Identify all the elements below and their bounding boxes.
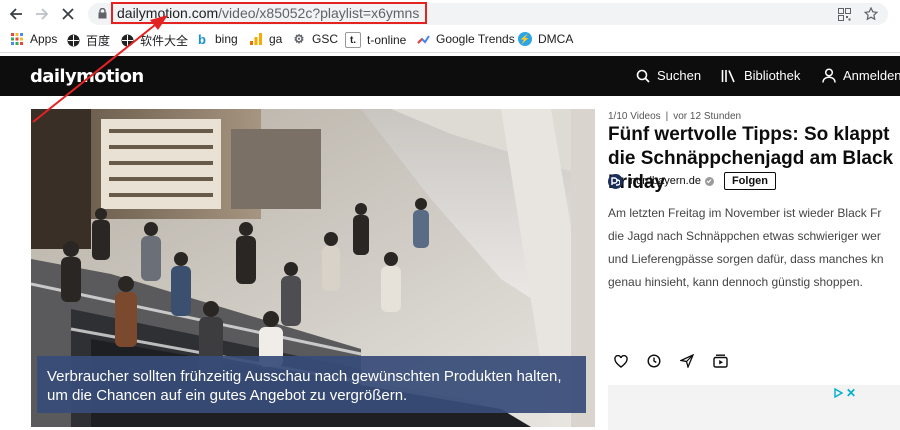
- bookmark-ga[interactable]: ga: [249, 32, 282, 46]
- apps-grid-icon: [10, 32, 24, 46]
- analytics-icon: [249, 32, 263, 46]
- address-bar[interactable]: dailymotion.com/video/x85052c?playlist=x…: [88, 2, 888, 25]
- arrow-right-icon: [36, 8, 49, 20]
- search-button[interactable]: Suchen: [636, 68, 701, 83]
- search-label: Suchen: [657, 68, 702, 83]
- like-button[interactable]: [612, 352, 630, 370]
- qr-code-button[interactable]: [836, 6, 852, 22]
- channel-avatar[interactable]: [608, 173, 623, 189]
- t-online-icon: t.: [345, 32, 361, 48]
- site-header: dailymotion Suchen Bibliothek Anmelden: [0, 56, 900, 96]
- bookmark-label: t-online: [367, 33, 407, 47]
- stop-loading-button[interactable]: [57, 4, 79, 24]
- video-caption: Verbraucher sollten frühzeitig Ausschau …: [37, 356, 586, 413]
- browser-toolbar: dailymotion.com/video/x85052c?playlist=x…: [0, 0, 900, 28]
- bookmark-star-button[interactable]: [863, 6, 879, 22]
- clock-icon: [647, 354, 661, 368]
- close-icon: [62, 8, 74, 20]
- bing-icon: b: [198, 31, 206, 47]
- bookmark-software[interactable]: 软件大全: [120, 32, 188, 49]
- watch-later-button[interactable]: [645, 352, 663, 370]
- channel-logo-icon: [611, 176, 620, 186]
- bookmark-label: Google Trends: [436, 32, 515, 46]
- bookmark-label: 软件大全: [140, 34, 189, 48]
- video-meta: 1/10 Videos | vor 12 Stunden: [608, 111, 741, 122]
- description-line: Am letzten Freitag im November ist wiede…: [608, 206, 882, 220]
- channel-row: nordbayern.de Folgen: [608, 172, 777, 190]
- library-icon: [721, 69, 735, 82]
- bookmark-label: bing: [215, 32, 238, 46]
- forward-button[interactable]: [31, 4, 53, 24]
- bookmark-apps[interactable]: Apps: [10, 32, 57, 46]
- qr-code-icon: [837, 7, 851, 21]
- bookmark-label: GSC: [312, 32, 339, 46]
- advertisement[interactable]: ✕: [608, 385, 900, 430]
- video-description: Am letzten Freitag im November ist wiede…: [608, 202, 900, 294]
- bookmark-bing[interactable]: b bing: [195, 31, 238, 47]
- back-button[interactable]: [5, 4, 27, 24]
- verified-icon: [704, 176, 714, 186]
- add-to-playlist-button[interactable]: [711, 352, 729, 370]
- search-icon: [636, 69, 650, 83]
- bookmark-label: DMCA: [538, 32, 574, 46]
- bookmarks-bar: Apps 百度 软件大全 b bing ga ⚙ GSC t. t-online Go…: [0, 28, 900, 53]
- dmca-icon: ⚡: [518, 32, 532, 46]
- heart-icon: [614, 354, 628, 368]
- ad-choices-icon: [834, 388, 843, 398]
- meta-separator: |: [665, 111, 669, 122]
- star-icon: [864, 7, 878, 21]
- library-button[interactable]: Bibliothek: [721, 68, 800, 83]
- user-icon: [822, 68, 836, 83]
- playlist-position: 1/10 Videos: [608, 111, 661, 122]
- url-host: dailymotion.com: [117, 5, 219, 21]
- bookmark-google-trends[interactable]: Google Trends: [416, 32, 515, 46]
- description-line: die Jagd nach Schnäppchen etwas schwieri…: [608, 229, 881, 243]
- arrow-left-icon: [9, 8, 22, 20]
- video-player[interactable]: Verbraucher sollten frühzeitig Ausschau …: [31, 109, 595, 427]
- url-path: /video/x85052c?playlist=x6ymns: [218, 5, 420, 21]
- follow-button[interactable]: Folgen: [723, 172, 777, 190]
- channel-name[interactable]: nordbayern.de: [630, 175, 701, 187]
- ad-choices[interactable]: ✕: [833, 386, 856, 400]
- login-button[interactable]: Anmelden: [822, 68, 900, 83]
- playlist-icon: [712, 354, 728, 368]
- trends-icon: [416, 32, 430, 46]
- description-line: genau hinsieht, kann dennoch günstig sho…: [608, 275, 863, 289]
- bookmark-baidu[interactable]: 百度: [66, 32, 110, 49]
- ad-close-icon[interactable]: ✕: [846, 386, 856, 400]
- bookmark-label: 百度: [86, 34, 111, 48]
- bookmark-gsc[interactable]: ⚙ GSC: [292, 32, 338, 46]
- share-button[interactable]: [678, 352, 696, 370]
- search-console-icon: ⚙: [293, 32, 305, 46]
- bookmark-dmca[interactable]: ⚡ DMCA: [518, 32, 573, 46]
- lock-icon: [98, 8, 107, 19]
- library-label: Bibliothek: [744, 68, 801, 83]
- url-highlight[interactable]: dailymotion.com/video/x85052c?playlist=x…: [111, 2, 428, 24]
- login-label: Anmelden: [843, 68, 900, 83]
- upload-age: vor 12 Stunden: [673, 111, 742, 122]
- globe-icon: [120, 34, 134, 48]
- bookmark-label: Apps: [30, 32, 58, 46]
- description-line: und Lieferengpässe sorgen dafür, dass ma…: [608, 252, 884, 266]
- globe-icon: [66, 34, 80, 48]
- bookmark-label: ga: [269, 32, 283, 46]
- send-icon: [680, 354, 694, 368]
- site-logo[interactable]: dailymotion: [30, 66, 144, 87]
- bookmark-t-online[interactable]: t. t-online: [345, 32, 406, 48]
